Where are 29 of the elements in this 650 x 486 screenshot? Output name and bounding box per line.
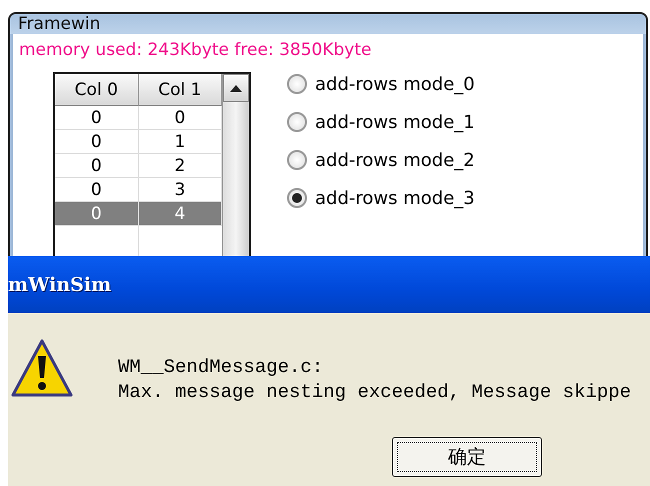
window-title: Framewin [10, 14, 646, 34]
table-cell: 0 [55, 202, 139, 225]
dialog-title: mWinSim [8, 274, 112, 296]
column-header[interactable]: Col 0 [55, 74, 139, 106]
radio-option[interactable]: add-rows mode_2 [287, 148, 475, 172]
radio-button[interactable] [287, 112, 307, 132]
memory-status-text: memory used: 243Kbyte free: 3850Kbyte [19, 39, 372, 62]
radio-label: add-rows mode_1 [315, 112, 475, 132]
table-row[interactable]: 0 4 [55, 202, 222, 226]
table-cell: 0 [55, 178, 139, 201]
radio-option[interactable]: add-rows mode_1 [287, 110, 475, 134]
column-header[interactable]: Col 1 [138, 74, 222, 106]
message-text: WM__SendMessage.c: [118, 355, 324, 380]
table-cell: 0 [55, 106, 139, 129]
scroll-up-button[interactable] [223, 74, 249, 102]
message-text: Max. message nesting exceeded, Message skippe [118, 380, 632, 405]
radio-label: add-rows mode_0 [315, 74, 475, 94]
scrollbar[interactable] [222, 74, 249, 256]
table-cell: 0 [55, 130, 139, 153]
ok-button[interactable]: 确定 [392, 437, 542, 477]
up-arrow-icon [230, 84, 242, 92]
radio-option[interactable]: add-rows mode_3 [287, 186, 475, 210]
radio-option[interactable]: add-rows mode_0 [287, 72, 475, 96]
radio-button[interactable] [287, 150, 307, 170]
radio-button[interactable] [287, 74, 307, 94]
radio-button[interactable] [287, 188, 307, 208]
radio-label: add-rows mode_3 [315, 188, 475, 208]
radio-label: add-rows mode_2 [315, 150, 475, 170]
table-cell: 0 [55, 154, 139, 177]
